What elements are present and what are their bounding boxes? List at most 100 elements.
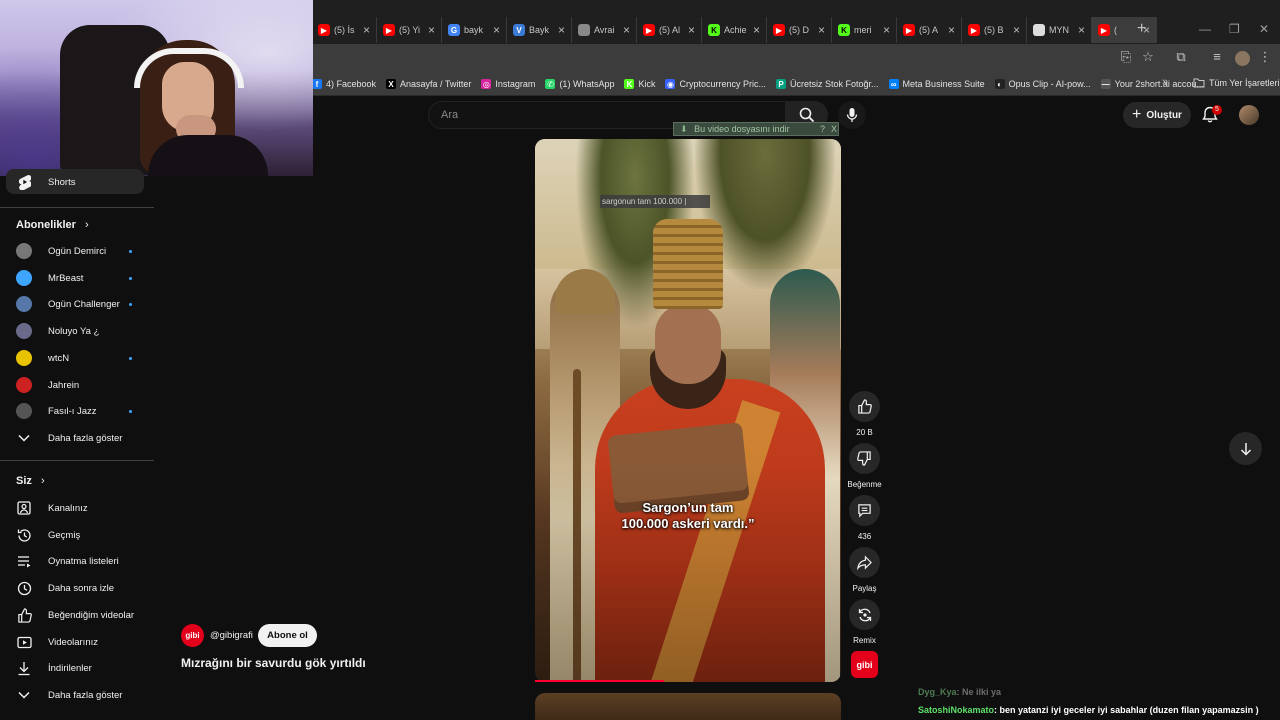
like-action[interactable]: 20 B: [849, 391, 880, 437]
new-tab-button[interactable]: +: [1137, 20, 1146, 38]
sidebar-you-item[interactable]: Kanalınız: [0, 495, 154, 521]
browser-tab[interactable]: ▶ (5) Yi ×: [377, 17, 442, 43]
maximize-button[interactable]: ❐: [1229, 22, 1240, 36]
sidebar-channel-item[interactable]: Ogün Demirci: [0, 238, 154, 264]
close-tab-icon[interactable]: ×: [1078, 23, 1085, 37]
bookmark-star-icon[interactable]: ☆: [1139, 49, 1157, 65]
you-heading[interactable]: Siz ›: [16, 475, 45, 487]
close-tab-icon[interactable]: ×: [623, 23, 630, 37]
sidebar-you-item[interactable]: Oynatma listeleri: [0, 548, 154, 574]
voice-search-button[interactable]: [838, 101, 866, 129]
like-button[interactable]: [849, 391, 880, 422]
video-progress-bar[interactable]: [535, 680, 664, 682]
browser-tab[interactable]: ▶(×: [1092, 17, 1157, 43]
remix-action[interactable]: Remix: [849, 599, 880, 645]
google-icon: G: [448, 24, 460, 36]
youtube-icon: ▶: [318, 24, 330, 36]
close-tab-icon[interactable]: ×: [1013, 23, 1020, 37]
shorts-icon: [16, 174, 32, 190]
browser-profile-avatar[interactable]: [1235, 51, 1250, 66]
bookmark-item[interactable]: f 4) Facebook: [312, 79, 376, 89]
chevron-down-icon: [16, 687, 32, 703]
channel-handle[interactable]: @gibigrafi: [210, 630, 253, 641]
folder-icon: [1193, 78, 1205, 88]
bookmark-label: Your 2short.ai accou...: [1114, 79, 1204, 89]
bookmark-item[interactable]: K Kick: [624, 79, 655, 89]
subscribe-button[interactable]: Abone ol: [258, 624, 317, 647]
channel-avatar: [16, 323, 32, 339]
bookmark-item[interactable]: ∞ Meta Business Suite: [888, 79, 985, 89]
install-app-icon[interactable]: ⎘: [1117, 49, 1135, 65]
bookmark-item[interactable]: ◎ Instagram: [481, 79, 535, 89]
bookmark-item[interactable]: — Your 2short.ai accou...: [1100, 79, 1204, 89]
browser-tab[interactable]: ▶ (5) A ×: [897, 17, 962, 43]
next-short-preview[interactable]: [535, 693, 841, 720]
share-action[interactable]: Paylaş: [849, 547, 880, 593]
browser-tab[interactable]: V Bayk ×: [507, 17, 572, 43]
sidebar-channel-item[interactable]: Jahrein: [0, 372, 154, 398]
download-close-button[interactable]: X: [831, 123, 837, 135]
tab-title: Avrai: [594, 25, 615, 35]
dislike-action[interactable]: Beğenme: [847, 443, 882, 489]
download-video-bar[interactable]: ⬇ Bu video dosyasını indir ? X: [673, 122, 839, 136]
sidebar-channel-item[interactable]: MrBeast: [0, 265, 154, 291]
sidebar-channel-item[interactable]: Ogün Challenger: [0, 291, 154, 317]
browser-tab[interactable]: ▶ (5) İs ×: [312, 17, 377, 43]
browser-tab[interactable]: ▶ (5) D ×: [767, 17, 832, 43]
bookmark-item[interactable]: X Anasayfa / Twitter: [386, 79, 471, 89]
chevron-right-icon: ›: [40, 475, 45, 487]
sidebar-you-item[interactable]: Daha sonra izle: [0, 575, 154, 601]
browser-tab[interactable]: Avrai ×: [572, 17, 637, 43]
sidebar-you-item[interactable]: İndirilenler: [0, 655, 154, 681]
sidebar-you-item[interactable]: Geçmiş: [0, 522, 154, 548]
close-tab-icon[interactable]: ×: [883, 23, 890, 37]
browser-tab[interactable]: ▶ (5) Al ×: [637, 17, 702, 43]
sidebar-you-item[interactable]: Beğendiğim videolar: [0, 602, 154, 628]
menu-kebab-icon[interactable]: ⋮: [1256, 49, 1274, 65]
create-button[interactable]: + Oluştur: [1123, 102, 1191, 128]
media-control-icon[interactable]: ≡: [1208, 49, 1226, 64]
bookmarks-overflow-icon[interactable]: »: [1162, 76, 1168, 88]
bookmark-item[interactable]: ✆ (1) WhatsApp: [545, 79, 614, 89]
close-tab-icon[interactable]: ×: [558, 23, 565, 37]
dislike-button[interactable]: [849, 443, 880, 474]
close-window-button[interactable]: ✕: [1259, 22, 1269, 36]
all-bookmarks-button[interactable]: Tüm Yer İşaretleri: [1193, 78, 1280, 88]
browser-tab[interactable]: Kmeri ×: [832, 17, 897, 43]
browser-tab[interactable]: MYN ×: [1027, 17, 1092, 43]
close-tab-icon[interactable]: ×: [688, 23, 695, 37]
sidebar-channel-item[interactable]: Noluyo Ya ¿: [0, 318, 154, 344]
browser-tab[interactable]: Gbayk ×: [442, 17, 507, 43]
comments-action[interactable]: 436: [849, 495, 880, 541]
remix-button[interactable]: [849, 599, 880, 630]
sidebar-channel-item[interactable]: wtcN: [0, 345, 154, 371]
comments-button[interactable]: [849, 495, 880, 526]
bookmark-item[interactable]: ◉ Cryptocurrency Pric...: [665, 79, 766, 89]
bookmark-item[interactable]: P Ücretsiz Stok Fotoğr...: [776, 79, 879, 89]
subscriptions-heading[interactable]: Abonelikler ›: [16, 219, 89, 231]
sidebar-channel-item[interactable]: Fasıl-ı Jazz: [0, 398, 154, 424]
browser-tab[interactable]: K Achie ×: [702, 17, 767, 43]
close-tab-icon[interactable]: ×: [428, 23, 435, 37]
close-tab-icon[interactable]: ×: [753, 23, 760, 37]
close-tab-icon[interactable]: ×: [363, 23, 370, 37]
show-more-subscriptions[interactable]: Daha fazla göster: [0, 425, 154, 451]
channel-avatar-button[interactable]: gibi: [851, 651, 878, 678]
browser-tab[interactable]: ▶ (5) B ×: [962, 17, 1027, 43]
minimize-button[interactable]: —: [1199, 22, 1211, 36]
close-tab-icon[interactable]: ×: [493, 23, 500, 37]
next-video-button[interactable]: [1229, 432, 1262, 465]
share-button[interactable]: [849, 547, 880, 578]
close-tab-icon[interactable]: ×: [948, 23, 955, 37]
bookmark-label: Ücretsiz Stok Fotoğr...: [790, 79, 879, 89]
sidebar-item-shorts[interactable]: Shorts: [0, 169, 154, 195]
download-help-button[interactable]: ?: [820, 123, 825, 135]
close-tab-icon[interactable]: ×: [818, 23, 825, 37]
channel-logo[interactable]: gibi: [181, 624, 204, 647]
sidebar-you-item[interactable]: Videolarınız: [0, 629, 154, 655]
sidebar-you-item[interactable]: Daha fazla göster: [0, 682, 154, 708]
extensions-icon[interactable]: ⧉: [1172, 49, 1190, 65]
shorts-video-player[interactable]: Sargon’un tam 100.000 askeri vardı.”: [535, 139, 841, 682]
bookmark-item[interactable]: ◐ Opus Clip - AI-pow...: [994, 79, 1091, 89]
account-avatar[interactable]: [1239, 105, 1259, 125]
